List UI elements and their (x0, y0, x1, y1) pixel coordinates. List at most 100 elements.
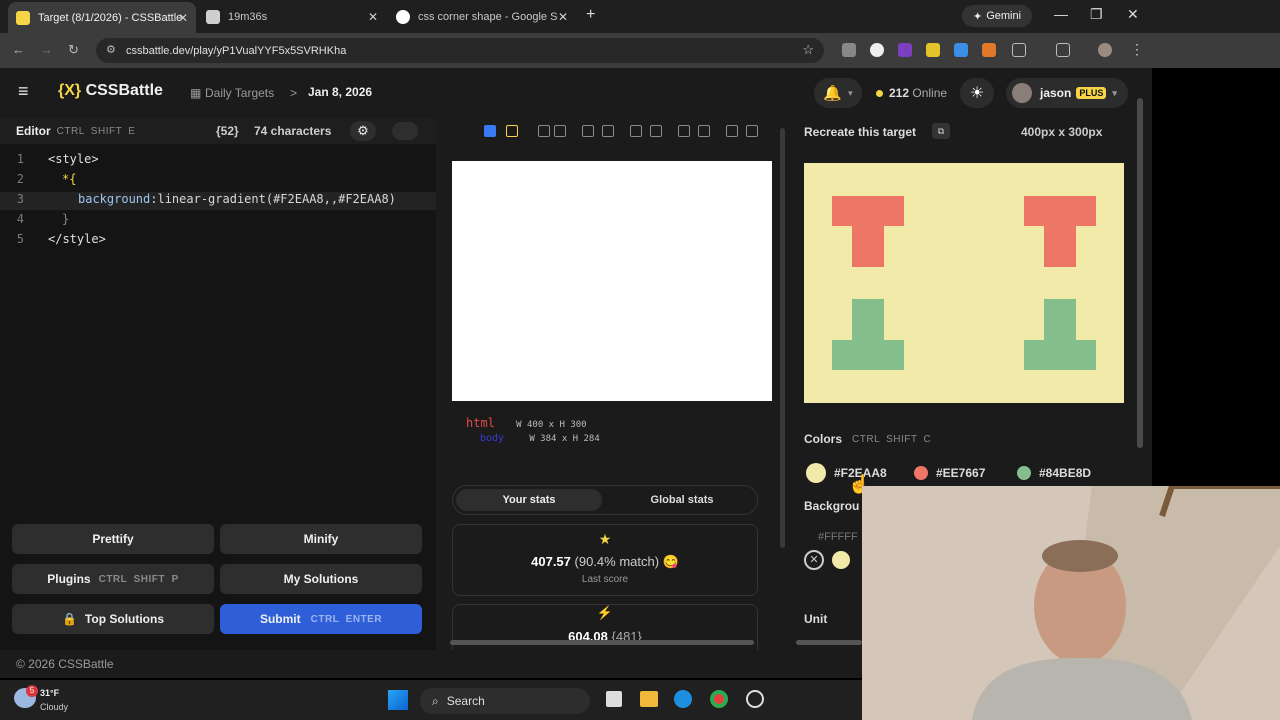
grid-icon[interactable] (650, 125, 662, 137)
edge-icon[interactable] (674, 690, 692, 708)
tab-global-stats[interactable]: Global stats (609, 489, 755, 511)
view-option-icon[interactable] (726, 125, 738, 137)
top-solutions-label: Top Solutions (84, 612, 165, 626)
no-color-icon[interactable]: ✕ (804, 550, 824, 570)
target-h-scrollbar[interactable] (796, 640, 862, 645)
view-option-icon[interactable] (630, 125, 642, 137)
output-preview[interactable] (452, 161, 772, 401)
view-option-icon[interactable] (698, 125, 710, 137)
color-chip[interactable]: #EE7667 (914, 461, 985, 485)
copy-icon[interactable]: ⧉ (932, 123, 950, 139)
settings-gear-icon[interactable]: ⚙ (350, 121, 376, 141)
search-icon: ⌕ (432, 693, 439, 708)
compare-icon[interactable] (506, 125, 518, 137)
bg-swatch[interactable] (832, 551, 850, 569)
taskbar-search[interactable]: ⌕ Search (420, 688, 590, 714)
shortcut-key: CTRL (852, 433, 881, 445)
extension-icon[interactable] (982, 43, 996, 57)
browser-tab-timer[interactable]: 19m36s ✕ (198, 4, 386, 30)
kebab-menu-icon[interactable]: ⋮ (1130, 41, 1144, 58)
gemini-button[interactable]: ✦ Gemini (962, 5, 1032, 27)
color-chip[interactable]: #84BE8D (1017, 461, 1091, 485)
forward-icon[interactable]: → (40, 42, 53, 57)
browser-tab-cssbattle[interactable]: Target (8/1/2026) - CSSBattle ✕ (8, 2, 196, 33)
view-option-icon[interactable] (678, 125, 690, 137)
top-solutions-button[interactable]: 🔒 Top Solutions (12, 604, 214, 634)
app-icon[interactable] (746, 690, 764, 708)
os-taskbar: 5 31°F Cloudy ⌕ Search (0, 680, 862, 720)
editor-panel: Editor CTRL SHIFT E {52} 74 characters ⚙… (0, 118, 436, 510)
username: jason (1040, 86, 1072, 100)
chrome-icon[interactable] (710, 690, 728, 708)
extension-icon[interactable] (926, 43, 940, 57)
bookmark-star-icon[interactable]: ☆ (802, 42, 814, 58)
extensions-puzzle-icon[interactable] (1012, 43, 1026, 57)
shortcut-key: CTRL (56, 125, 85, 137)
extension-icon[interactable] (898, 43, 912, 57)
new-tab-button[interactable]: + (586, 6, 595, 24)
restore-icon[interactable]: ❐ (1090, 6, 1103, 23)
red-t-shape (1024, 196, 1096, 226)
line-number: 5 (16, 232, 24, 246)
preview-scrollbar[interactable] (780, 128, 785, 548)
file-explorer-icon[interactable] (640, 691, 658, 707)
sidepanel-icon[interactable] (1056, 43, 1070, 57)
close-window-icon[interactable]: ✕ (1127, 6, 1139, 23)
extension-icon[interactable] (870, 43, 884, 57)
profile-avatar[interactable] (1098, 43, 1112, 57)
user-menu[interactable]: jason PLUS ▾ (1006, 78, 1128, 108)
view-option-icon[interactable] (602, 125, 614, 137)
preview-h-scrollbar[interactable] (450, 640, 754, 645)
submit-button[interactable]: Submit CTRL ENTER (220, 604, 422, 634)
theme-toggle-button[interactable]: ☀ (960, 78, 994, 108)
site-info-icon[interactable]: ⚙ (106, 43, 116, 56)
editor-title: Editor (16, 124, 51, 138)
notifications-button[interactable]: 🔔 ▾ (814, 78, 862, 108)
background-input[interactable]: #FFFFF (818, 531, 858, 543)
color-chip[interactable]: #F2EAA8 (806, 461, 887, 485)
breadcrumb-daily-targets[interactable]: Daily Targets (205, 86, 274, 100)
close-tab-icon[interactable]: ✕ (368, 10, 378, 24)
view-option-icon[interactable] (538, 125, 550, 137)
view-option-icon[interactable] (746, 125, 758, 137)
score-label: Last score (581, 574, 629, 585)
editor-mode-toggle[interactable] (392, 122, 418, 140)
prettify-button[interactable]: Prettify (12, 524, 214, 554)
app-header: ≡ {X} CSSBattle ▦ Daily Targets > Jan 8,… (0, 68, 1152, 118)
code-editor[interactable]: 1 <style> 2 *{ 3 background:linear-gradi… (0, 152, 436, 252)
close-tab-icon[interactable]: ✕ (558, 10, 568, 24)
reload-icon[interactable]: ↻ (68, 42, 79, 58)
red-t-stem (1044, 226, 1076, 267)
windows-start-icon[interactable] (388, 690, 408, 710)
close-tab-icon[interactable]: ✕ (178, 11, 188, 25)
code-line: </style> (48, 232, 106, 246)
body-tag-label: body (480, 433, 505, 444)
checkbox-toggle[interactable] (484, 125, 496, 137)
download-icon[interactable] (954, 43, 968, 57)
my-solutions-button[interactable]: My Solutions (220, 564, 422, 594)
bell-icon: 🔔 (823, 85, 843, 102)
target-title: Recreate this target (804, 125, 917, 139)
tab-your-stats[interactable]: Your stats (456, 489, 602, 511)
online-dot-icon (876, 90, 883, 98)
color-hex: #84BE8D (1039, 466, 1092, 480)
back-icon[interactable]: ← (12, 42, 25, 57)
minify-button[interactable]: Minify (220, 524, 422, 554)
task-view-icon[interactable] (606, 691, 622, 707)
hamburger-menu-icon[interactable]: ≡ (18, 81, 29, 102)
browser-tab-google[interactable]: css corner shape - Google Sear ✕ (388, 4, 576, 30)
html-dims: W 400 x H 300 (516, 420, 587, 430)
cssbattle-logo[interactable]: {X} CSSBattle (58, 82, 163, 100)
scrollbar-thumb[interactable] (1137, 98, 1143, 448)
minimize-icon[interactable]: — (1054, 6, 1068, 22)
breadcrumb-separator: > (290, 86, 298, 100)
online-count: 212 (889, 86, 910, 100)
breadcrumb-date: Jan 8, 2026 (308, 85, 373, 99)
view-option-icon[interactable] (554, 125, 566, 137)
stats-tabs: Your stats Global stats (452, 485, 758, 515)
target-size: 400px x 300px (1021, 125, 1103, 139)
url-field[interactable]: ⚙ cssbattle.dev/play/yP1VualYYF5x5SVRHKh… (96, 38, 824, 63)
view-option-icon[interactable] (582, 125, 594, 137)
plugins-button[interactable]: Plugins CTRL SHIFT P (12, 564, 214, 594)
extension-icon[interactable] (842, 43, 856, 57)
